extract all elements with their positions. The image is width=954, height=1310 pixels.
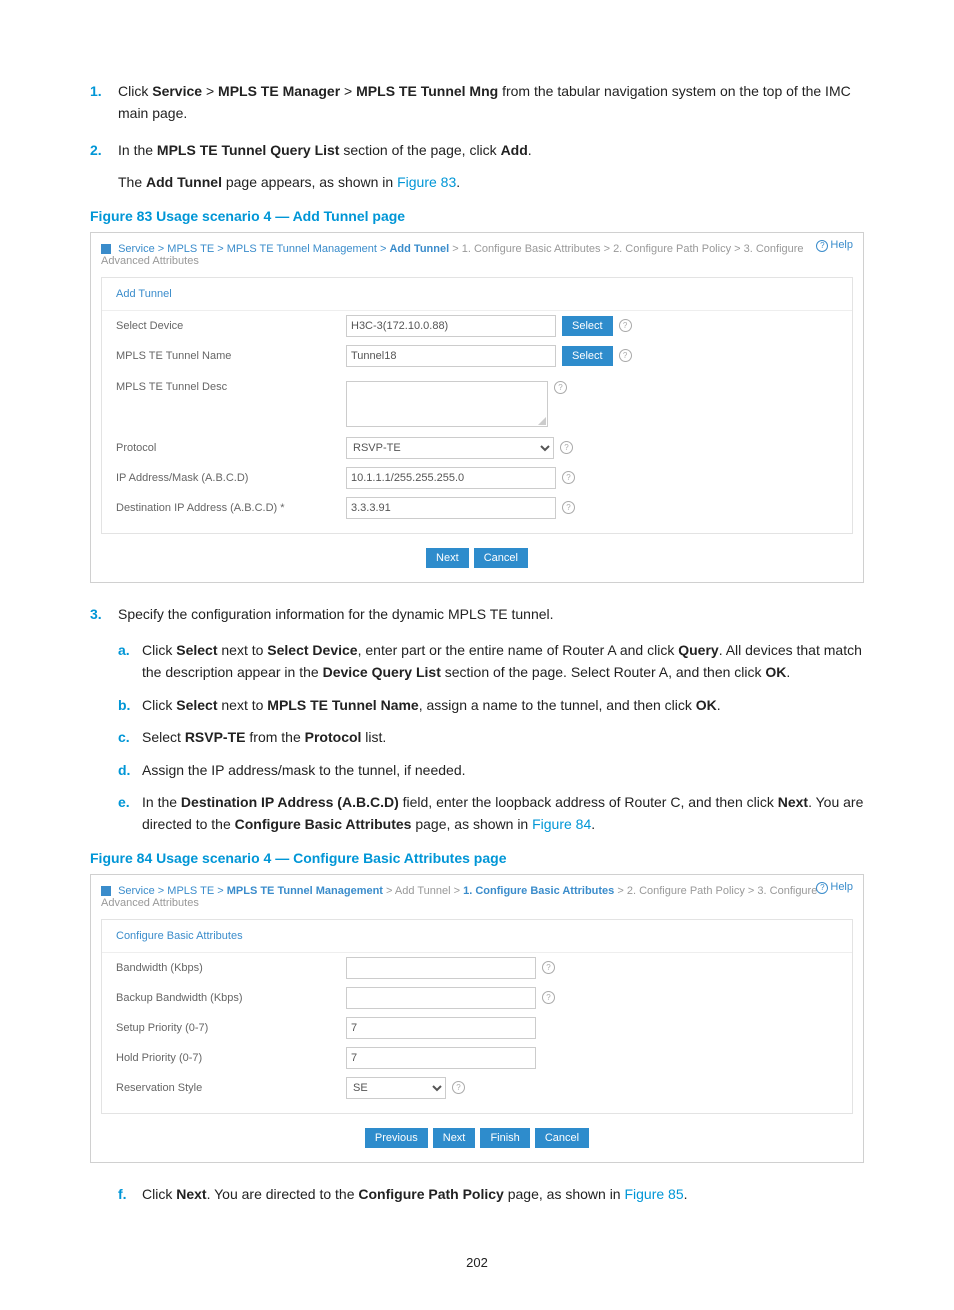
tunnel-desc-textarea[interactable] — [346, 381, 548, 427]
select-device-button[interactable]: Select — [562, 316, 613, 336]
help-icon[interactable]: ? — [542, 991, 555, 1004]
help-link[interactable]: Help — [816, 239, 853, 252]
figure-84-caption: Figure 84 Usage scenario 4 — Configure B… — [90, 850, 864, 866]
figure-84-link[interactable]: Figure 84 — [532, 816, 591, 832]
label: Destination IP Address (A.B.C.D) * — [116, 502, 346, 514]
step-1: 1. Click Service > MPLS TE Manager > MPL… — [90, 80, 864, 125]
ip-mask-input[interactable] — [346, 467, 556, 489]
step-e: e. In the Destination IP Address (A.B.C.… — [118, 791, 864, 836]
next-button[interactable]: Next — [433, 1128, 476, 1148]
label: IP Address/Mask (A.B.C.D) — [116, 472, 346, 484]
help-icon[interactable]: ? — [560, 441, 573, 454]
next-button[interactable]: Next — [426, 548, 469, 568]
help-icon[interactable]: ? — [542, 961, 555, 974]
help-link[interactable]: Help — [816, 881, 853, 894]
reservation-style-select[interactable]: SE — [346, 1077, 446, 1099]
step-a: a. Click Select next to Select Device, e… — [118, 639, 864, 684]
label: Reservation Style — [116, 1082, 346, 1094]
hold-priority-input[interactable] — [346, 1047, 536, 1069]
step-number: 2. — [90, 139, 118, 194]
figure-85-link[interactable]: Figure 85 — [624, 1186, 683, 1202]
label: Bandwidth (Kbps) — [116, 962, 346, 974]
help-icon[interactable]: ? — [554, 381, 567, 394]
help-icon[interactable]: ? — [562, 471, 575, 484]
label: MPLS TE Tunnel Name — [116, 350, 346, 362]
row-select-device: Select Device Select ? — [102, 311, 852, 341]
label: Protocol — [116, 442, 346, 454]
page-number: 202 — [90, 1255, 864, 1270]
step-number: 3. — [90, 603, 118, 625]
select-tunnel-name-button[interactable]: Select — [562, 346, 613, 366]
nav-icon — [101, 886, 111, 896]
panel-title: Configure Basic Attributes — [102, 920, 852, 953]
step-body: Specify the configuration information fo… — [118, 603, 864, 625]
cancel-button[interactable]: Cancel — [535, 1128, 589, 1148]
step-c: c. Select RSVP-TE from the Protocol list… — [118, 726, 864, 748]
add-tunnel-panel: Add Tunnel Select Device Select ? MPLS T… — [101, 277, 853, 534]
row-protocol: Protocol RSVP-TE ? — [102, 433, 852, 463]
step-f: f. Click Next. You are directed to the C… — [118, 1183, 864, 1205]
substeps-2: f. Click Next. You are directed to the C… — [90, 1183, 864, 1205]
row-setup-priority: Setup Priority (0-7) — [102, 1013, 852, 1043]
row-backup-bandwidth: Backup Bandwidth (Kbps) ? — [102, 983, 852, 1013]
breadcrumb: Service > MPLS TE > MPLS TE Tunnel Manag… — [101, 879, 853, 915]
label: Select Device — [116, 320, 346, 332]
help-icon[interactable]: ? — [452, 1081, 465, 1094]
backup-bandwidth-input[interactable] — [346, 987, 536, 1009]
protocol-select[interactable]: RSVP-TE — [346, 437, 554, 459]
step-d: d. Assign the IP address/mask to the tun… — [118, 759, 864, 781]
cancel-button[interactable]: Cancel — [474, 548, 528, 568]
tunnel-name-input[interactable] — [346, 345, 556, 367]
step-b: b. Click Select next to MPLS TE Tunnel N… — [118, 694, 864, 716]
figure-83-link[interactable]: Figure 83 — [397, 174, 456, 190]
step-3: 3. Specify the configuration information… — [90, 603, 864, 625]
button-row: Next Cancel — [101, 534, 853, 568]
step-2: 2. In the MPLS TE Tunnel Query List sect… — [90, 139, 864, 194]
row-tunnel-name: MPLS TE Tunnel Name Select ? — [102, 341, 852, 371]
figure-84-screenshot: Help Service > MPLS TE > MPLS TE Tunnel … — [90, 874, 864, 1163]
label: MPLS TE Tunnel Desc — [116, 381, 346, 393]
row-ip-mask: IP Address/Mask (A.B.C.D) ? — [102, 463, 852, 493]
bandwidth-input[interactable] — [346, 957, 536, 979]
help-icon[interactable]: ? — [619, 319, 632, 332]
select-device-input[interactable] — [346, 315, 556, 337]
row-destination-ip: Destination IP Address (A.B.C.D) * ? — [102, 493, 852, 523]
breadcrumb: Service > MPLS TE > MPLS TE Tunnel Manag… — [101, 237, 853, 273]
label: Backup Bandwidth (Kbps) — [116, 992, 346, 1004]
row-tunnel-desc: MPLS TE Tunnel Desc ? — [102, 371, 852, 433]
step-body: In the MPLS TE Tunnel Query List section… — [118, 139, 864, 194]
step-number: 1. — [90, 80, 118, 125]
row-bandwidth: Bandwidth (Kbps) ? — [102, 953, 852, 983]
figure-83-screenshot: Help Service > MPLS TE > MPLS TE Tunnel … — [90, 232, 864, 583]
finish-button[interactable]: Finish — [480, 1128, 529, 1148]
destination-ip-input[interactable] — [346, 497, 556, 519]
row-reservation-style: Reservation Style SE ? — [102, 1073, 852, 1103]
figure-83-caption: Figure 83 Usage scenario 4 — Add Tunnel … — [90, 208, 864, 224]
nav-icon — [101, 244, 111, 254]
substeps: a. Click Select next to Select Device, e… — [90, 639, 864, 836]
label: Hold Priority (0-7) — [116, 1052, 346, 1064]
help-icon[interactable]: ? — [562, 501, 575, 514]
row-hold-priority: Hold Priority (0-7) — [102, 1043, 852, 1073]
basic-attributes-panel: Configure Basic Attributes Bandwidth (Kb… — [101, 919, 853, 1114]
label: Setup Priority (0-7) — [116, 1022, 346, 1034]
help-icon[interactable]: ? — [619, 349, 632, 362]
setup-priority-input[interactable] — [346, 1017, 536, 1039]
previous-button[interactable]: Previous — [365, 1128, 428, 1148]
panel-title: Add Tunnel — [102, 278, 852, 311]
button-row: Previous Next Finish Cancel — [101, 1114, 853, 1148]
step-body: Click Service > MPLS TE Manager > MPLS T… — [118, 80, 864, 125]
